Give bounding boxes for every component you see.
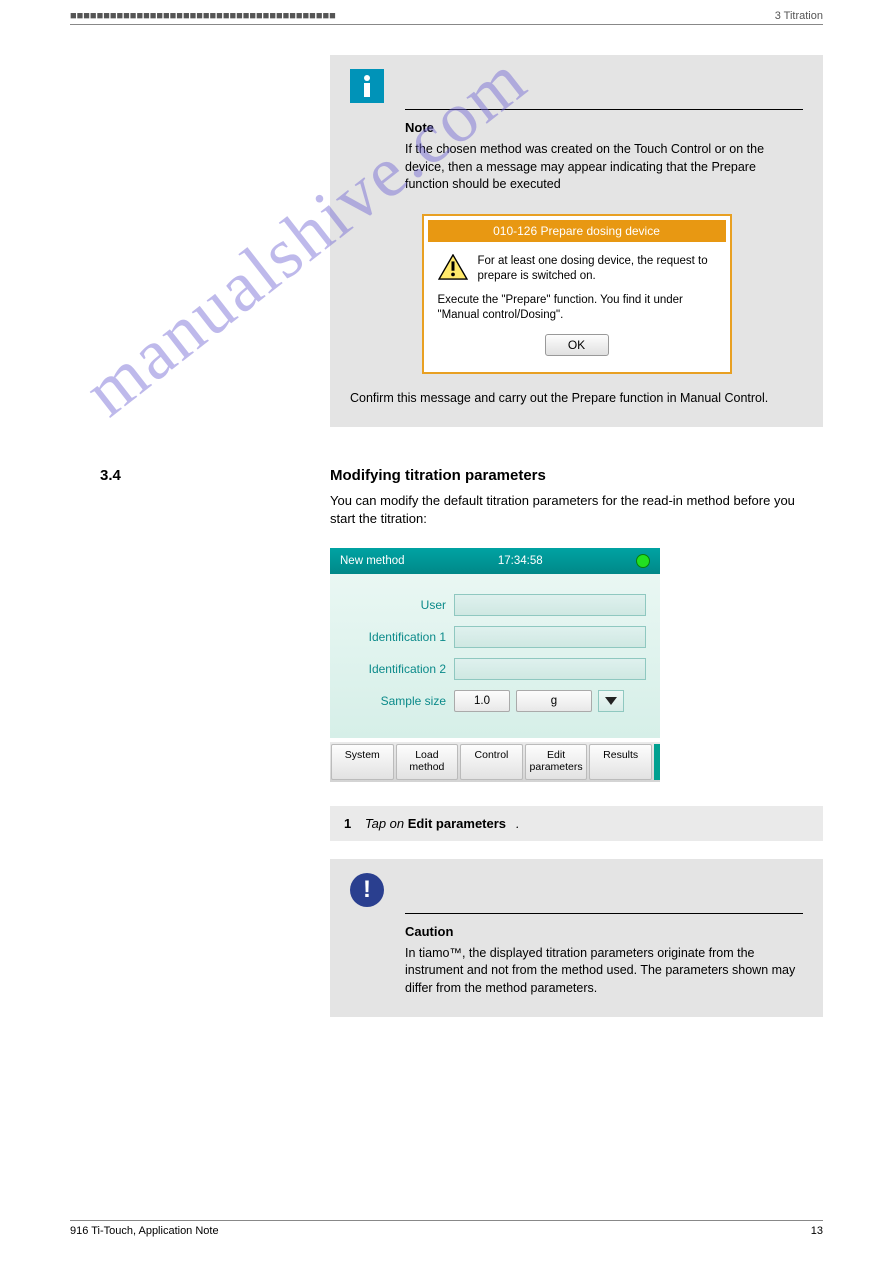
warning-icon [438, 254, 468, 280]
tab-load-method[interactable]: Load method [396, 744, 459, 779]
chevron-down-icon [604, 696, 618, 706]
footer-left: 916 Ti-Touch, Application Note [70, 1225, 219, 1237]
tab-edit-parameters[interactable]: Edit parameters [525, 744, 588, 779]
note-body: If the chosen method was created on the … [405, 141, 803, 194]
after-dialog-text: Confirm this message and carry out the P… [350, 390, 803, 408]
note-box: Note If the chosen method was created on… [330, 55, 823, 427]
id1-input[interactable] [454, 626, 646, 648]
note-rule [405, 109, 803, 110]
header-rule [70, 24, 823, 25]
caution-body: In tiamo™, the displayed titration param… [405, 945, 803, 998]
sample-size-label: Sample size [344, 694, 454, 708]
tab-control[interactable]: Control [460, 744, 523, 779]
step-number: 1 [344, 816, 351, 831]
caution-heading: Caution [405, 924, 803, 939]
dialog-title: 010-126 Prepare dosing device [428, 220, 726, 242]
dialog-line1: For at least one dosing device, the requ… [438, 254, 716, 285]
device-screen: New method 17:34:58 User Identification … [330, 548, 660, 781]
status-dot-icon [636, 554, 650, 568]
header-right: 3 Titration [775, 10, 823, 22]
header-left: ■■■■■■■■■■■■■■■■■■■■■■■■■■■■■■■■■■■■■■■■ [70, 10, 336, 22]
id2-label: Identification 2 [344, 662, 454, 676]
dialog-ok-button[interactable]: OK [545, 334, 609, 356]
caution-rule [405, 913, 803, 914]
tab-end-accent [654, 744, 660, 779]
prepare-dialog: 010-126 Prepare dosing device For at lea… [422, 214, 732, 374]
id1-label: Identification 1 [344, 630, 454, 644]
dropdown-toggle[interactable] [598, 690, 624, 712]
caution-box: ! Caution In tiamo™, the displayed titra… [330, 859, 823, 1018]
caution-icon: ! [350, 873, 384, 907]
step-text: Tap on Edit parameters. [365, 816, 520, 831]
dialog-line2: Execute the "Prepare" function. You find… [438, 293, 716, 324]
note-heading: Note [405, 120, 803, 135]
tab-system[interactable]: System [331, 744, 394, 779]
device-title: New method [340, 555, 405, 567]
step-row: 1 Tap on Edit parameters. [330, 806, 823, 841]
sample-size-value[interactable]: 1.0 [454, 690, 510, 712]
section-title: Modifying titration parameters [330, 467, 893, 484]
info-icon [350, 69, 384, 103]
tab-results[interactable]: Results [589, 744, 652, 779]
user-input[interactable] [454, 594, 646, 616]
device-tabs: System Load method Control Edit paramete… [330, 742, 660, 781]
id2-input[interactable] [454, 658, 646, 680]
footer: 916 Ti-Touch, Application Note 13 [70, 1214, 823, 1238]
section-number: 3.4 [100, 467, 121, 484]
footer-right: 13 [811, 1225, 823, 1237]
section-intro: You can modify the default titration par… [330, 492, 823, 528]
device-time: 17:34:58 [498, 555, 543, 567]
sample-size-unit[interactable]: g [516, 690, 592, 712]
user-label: User [344, 598, 454, 612]
